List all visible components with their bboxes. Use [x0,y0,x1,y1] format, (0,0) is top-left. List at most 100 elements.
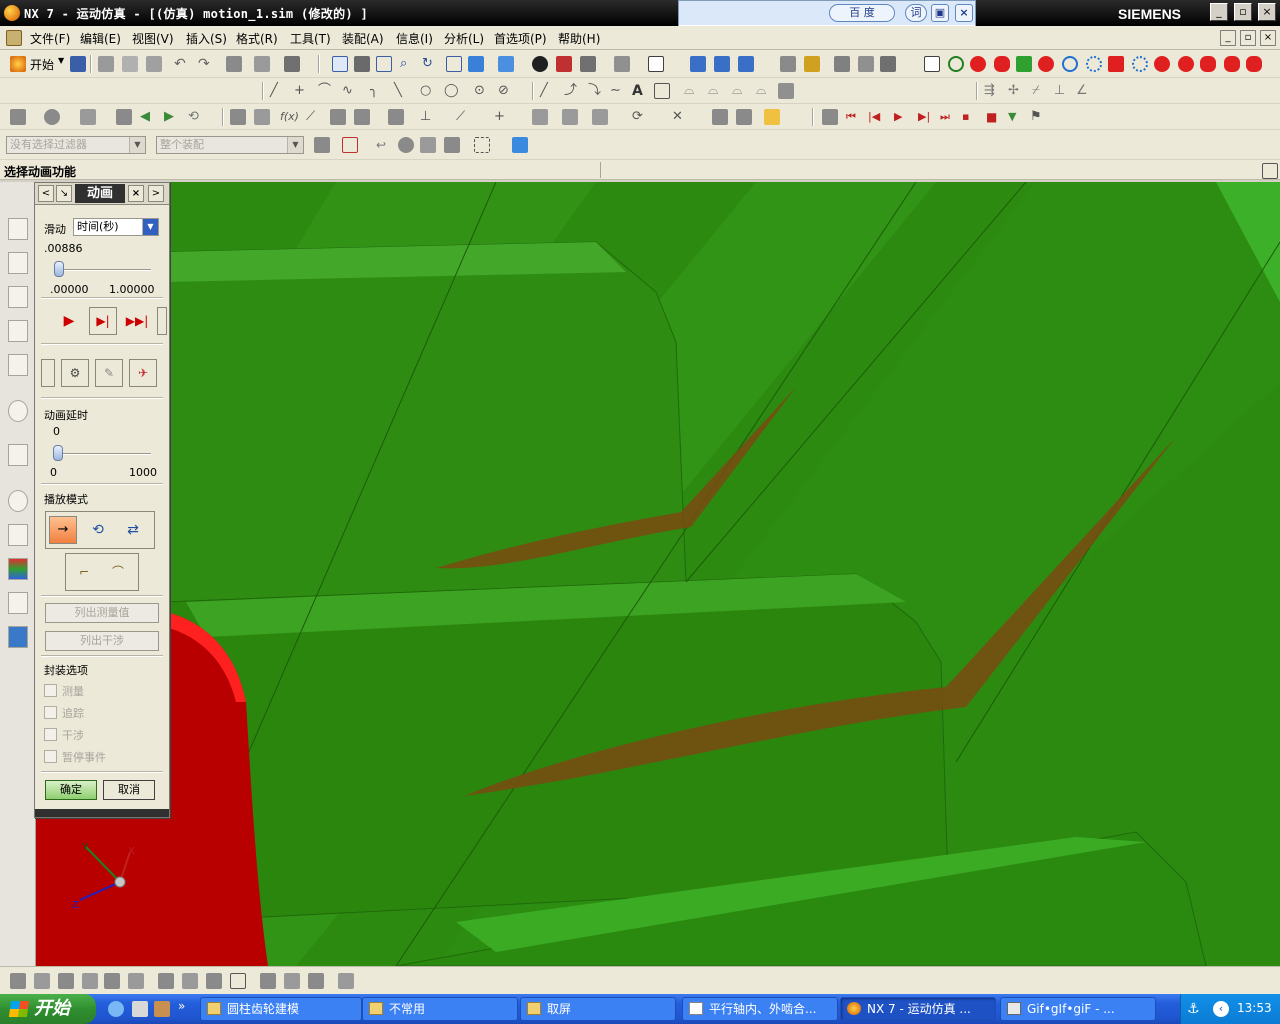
play-once-icon[interactable]: → [49,516,77,544]
perspective-icon[interactable] [468,56,484,72]
rotate-icon[interactable]: ↻ [422,56,438,72]
shell-icon[interactable] [354,109,370,125]
measure-angle-icon[interactable] [562,109,578,125]
mdi-close-button[interactable]: × [1260,30,1276,46]
pause-icon[interactable]: ▪ [962,109,978,125]
menu-information[interactable]: 信息(I) [396,30,433,47]
articulation-icon[interactable]: ✕ [672,109,688,125]
list-interference-button[interactable]: 列出干涉 [45,631,159,651]
orient-view-icon[interactable] [498,56,514,72]
split-body-icon[interactable]: ⟋ [456,109,472,125]
extend-icon[interactable]: ⌓ [708,83,724,99]
taskbar-item-active[interactable]: NX 7 - 运动仿真 ... [840,997,996,1021]
fast-forward-icon[interactable]: ⏭ [940,109,956,125]
baidu-window-icon[interactable]: ▣ [931,4,949,22]
edge-blend-icon[interactable]: ⟋ [306,109,322,125]
refresh-icon[interactable]: ⟲ [188,109,204,125]
sensor-icon[interactable] [1086,56,1102,72]
spring-icon[interactable] [804,56,820,72]
fix-icon[interactable] [158,973,174,989]
flexible-body-icon[interactable] [1224,56,1240,72]
contact-icon[interactable] [880,56,896,72]
line-icon[interactable]: ╱ [270,83,286,99]
rewind-to-start-icon[interactable]: ⏮ [846,109,862,125]
tool-partial-icon[interactable] [41,359,55,387]
paste-icon[interactable] [146,56,162,72]
clock-icon[interactable] [8,490,28,512]
assembly-navigator-icon[interactable] [8,252,28,274]
time-slider-thumb[interactable] [53,261,64,277]
loop-icon[interactable]: ⟲ [84,516,112,544]
blank-icon[interactable] [128,973,144,989]
menu-tools[interactable]: 工具(T) [290,30,331,47]
view-layout-icon[interactable] [648,56,664,72]
step-back-icon[interactable]: |◀ [868,109,884,125]
render-style-icon[interactable] [532,56,548,72]
revolve-icon[interactable] [116,109,132,125]
selection-scope-dropdown[interactable]: 整个装配 ▼ [156,136,304,154]
web-browser-icon[interactable] [8,400,28,422]
damper-icon[interactable] [834,56,850,72]
dialog-pin-icon[interactable]: ↘ [56,185,72,202]
redo-icon[interactable]: ↷ [198,56,214,72]
rectangle-select-icon[interactable] [474,137,490,153]
show-hide-icon[interactable] [284,56,300,72]
extrude-icon[interactable] [80,109,96,125]
driver-icon[interactable] [1038,56,1054,72]
block-icon[interactable] [10,109,26,125]
spreadsheet-icon[interactable] [736,109,752,125]
scrub-mode-dropdown[interactable]: 时间(秒) ▼ [73,218,159,236]
trace-checkbox[interactable] [44,706,57,719]
offset-curve-icon[interactable]: ╱ [540,83,556,99]
new-solution-icon[interactable] [924,56,940,72]
baidu-search-button[interactable]: 百 度 [829,4,895,22]
measure-distance-icon[interactable] [532,109,548,125]
network-icon[interactable]: ⚓ [1187,1001,1203,1017]
cut-icon[interactable] [98,56,114,72]
bushing-icon[interactable] [858,56,874,72]
baidu-close-button[interactable]: × [955,4,973,22]
connector-icon[interactable] [738,56,754,72]
undo-icon[interactable]: ↶ [174,56,190,72]
torque-icon[interactable] [1132,56,1148,72]
trace-icon[interactable] [592,109,608,125]
point-icon[interactable]: + [294,83,310,99]
start-menu-button[interactable]: 开始 [30,56,54,73]
move-layer-icon[interactable] [34,973,50,989]
fillet-icon[interactable]: ╮ [370,83,386,99]
constraint-navigator-icon[interactable] [8,286,28,308]
back-arrow-icon[interactable]: ◀ [140,109,156,125]
show-desktop-icon[interactable] [132,1001,148,1017]
snap-point-icon[interactable] [342,137,358,153]
rectangle-icon[interactable] [654,83,670,99]
boss-icon[interactable] [254,109,270,125]
status-window-icon[interactable] [1262,163,1278,179]
motion-navigator-icon[interactable] [8,354,28,376]
constraint-icon[interactable]: ✢ [1008,83,1024,99]
snap-icon[interactable] [260,973,276,989]
select-face-icon[interactable] [420,137,436,153]
copy-icon[interactable] [122,56,138,72]
spline-icon[interactable]: ∿ [342,83,358,99]
menu-view[interactable]: 视图(V) [132,30,174,47]
dialog-back-button[interactable]: < [38,185,54,202]
sequence-icon[interactable] [284,973,300,989]
trim-icon[interactable]: ⌓ [684,83,700,99]
vector-force-icon[interactable] [1154,56,1170,72]
quicklaunch-app-icon[interactable] [154,1001,170,1017]
wcs-icon[interactable] [58,973,74,989]
project-curve-icon[interactable]: ⤵ [588,83,604,99]
motion-body-icon[interactable] [690,56,706,72]
repeat-command-icon[interactable] [226,56,242,72]
more-controls-button[interactable] [157,307,167,335]
graphing-icon[interactable] [712,109,728,125]
chamfer-icon[interactable]: ╲ [394,83,410,99]
palette-icon[interactable] [8,558,28,580]
ellipse-icon[interactable]: ◯ [444,83,460,99]
move-component-icon[interactable] [206,973,222,989]
solve-icon[interactable] [948,56,964,72]
menu-file[interactable]: 文件(F) [30,30,70,47]
animation-control-icon[interactable] [822,109,838,125]
navigator-icon[interactable] [8,218,28,240]
fast-forward-button[interactable]: ▶▶| [123,307,151,335]
